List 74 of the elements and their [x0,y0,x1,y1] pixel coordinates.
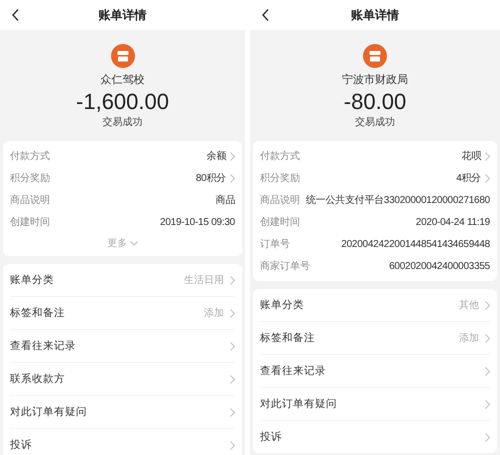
menu-label: 账单分类 [260,298,304,312]
menu-label: 查看往来记录 [260,364,326,378]
detail-value: 2020042422001448541434659448 [341,238,490,250]
detail-value: 4积分 [456,172,481,185]
chevron-icon [230,276,235,284]
menu-item[interactable]: 投诉 [10,429,235,455]
page-title: 账单详情 [351,6,399,24]
merchant-name: 宁波市财政局 [342,72,408,87]
menu-item[interactable]: 查看往来记录 [260,355,490,388]
menu-item[interactable]: 账单分类 其他 [260,289,490,322]
chevron-icon [485,300,490,310]
menu-label: 对此订单有疑问 [260,397,337,411]
menu-value: 生活日用 [184,274,224,287]
detail-value: 6002020042400003355 [389,260,490,272]
menu-value: 添加 [204,306,224,320]
detail-value: 80积分 [196,172,226,185]
menu-item[interactable]: 查看往来记录 [10,330,235,363]
chevron-icon [230,374,235,384]
menu-label: 对此订单有疑问 [10,405,87,419]
menu-item[interactable]: 标签和备注 添加 [10,297,235,330]
amount: -1,600.00 [76,89,169,115]
detail-label: 积分奖励 [10,172,50,185]
chevron-icon [230,440,235,450]
transaction-status: 交易成功 [355,116,395,129]
menu-item[interactable]: 对此订单有疑问 [10,396,235,429]
merchant-name: 众仁驾校 [100,73,144,87]
menu-item[interactable]: 投诉 [260,421,490,453]
chevron-down-icon [130,241,138,246]
chevron-icon [485,432,490,442]
menu-label: 查看往来记录 [10,339,76,353]
menu-label: 投诉 [260,430,282,444]
chevron-icon [230,174,235,182]
detail-value: 2020-04-24 11:19 [416,216,490,228]
shop-icon [363,44,387,68]
chevron-icon [485,174,490,182]
detail-label: 付款方式 [10,150,50,163]
detail-label: 商家订单号 [260,260,310,273]
menu-item[interactable]: 账单分类 生活日用 [10,264,235,297]
back-icon[interactable] [12,9,19,21]
menu-item[interactable]: 对此订单有疑问 [260,388,490,421]
chevron-icon [485,400,490,408]
chevron-icon [230,308,235,318]
menu-label: 联系收款方 [10,372,65,386]
chevron-icon [485,366,490,376]
menu-value: 添加 [459,332,479,345]
shop-icon [110,44,134,68]
back-icon[interactable] [262,9,269,21]
chevron-icon [485,152,490,160]
detail-label: 创建时间 [10,216,50,229]
detail-value: 花呗 [462,150,481,163]
detail-label: 商品说明 [10,194,50,207]
menu-label: 账单分类 [10,273,54,287]
menu-label: 标签和备注 [10,306,65,320]
menu-label: 投诉 [10,438,32,452]
menu-label: 标签和备注 [260,331,315,345]
detail-value: 商品 [216,194,235,207]
menu-item[interactable]: 联系收款方 [10,363,235,396]
chevron-icon [230,408,235,416]
chevron-icon [485,334,490,342]
detail-value: 2019-10-15 09:30 [160,216,235,228]
menu-value: 其他 [459,298,479,312]
amount: -80.00 [344,89,406,115]
transaction-status: 交易成功 [102,116,142,129]
page-title: 账单详情 [98,6,146,24]
detail-label: 积分奖励 [260,172,300,185]
chevron-icon [230,152,235,160]
detail-label: 创建时间 [260,216,300,229]
detail-value: 余额 [206,150,226,163]
detail-value: 统一公共支付平台33020000120000271680 [306,194,490,207]
chevron-icon [230,342,235,350]
detail-label: 订单号 [260,238,290,251]
menu-item[interactable]: 标签和备注 添加 [260,322,490,355]
detail-label: 付款方式 [260,150,300,163]
detail-label: 商品说明 [260,194,300,207]
